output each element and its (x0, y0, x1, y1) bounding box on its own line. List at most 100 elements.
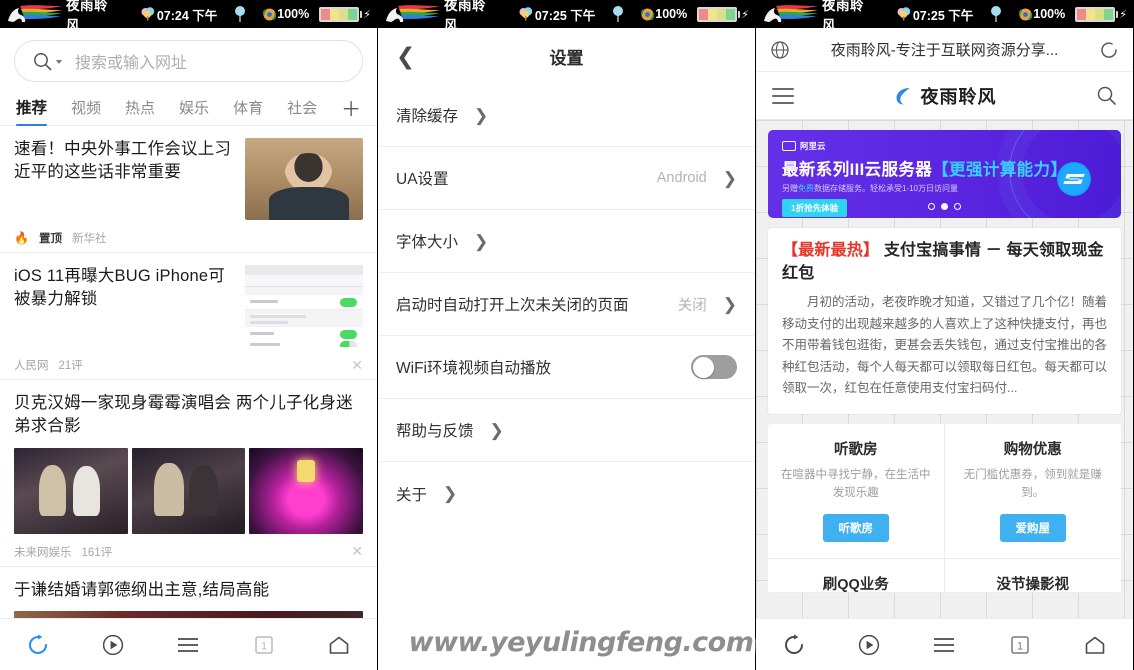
close-icon[interactable]: ✕ (351, 543, 363, 560)
news-source: 未来网娱乐 (14, 546, 72, 559)
cloud-icon (140, 7, 156, 21)
play-circle-icon[interactable] (856, 632, 882, 658)
news-item[interactable]: 贝克汉姆一家现身霉霉演唱会 两个儿子化身迷弟求合影 未来网娱乐 161评 ✕ (0, 380, 377, 567)
tab-entertainment[interactable]: 娱乐 (179, 97, 209, 125)
search-icon (33, 52, 52, 71)
settings-row-about[interactable]: 关于 ❯ (378, 462, 755, 525)
news-item[interactable]: iOS 11再曝大BUG iPhone可被暴力解锁 人民网 21评 ✕ (0, 253, 377, 380)
horse-rainbow-logo-icon (384, 3, 442, 25)
settings-row-restore-tabs[interactable]: 启动时自动打开上次未关闭的页面 关闭 ❯ (378, 273, 755, 336)
chevron-right-icon: ❯ (722, 168, 737, 188)
news-feed: 速看！中央外事工作会议上习近平的这些话非常重要 🔥 置顶 新华社 iOS 11再… (0, 126, 377, 670)
news-title: iOS 11再曝大BUG iPhone可被暴力解锁 (14, 267, 225, 308)
feature-card-shopping[interactable]: 购物优惠 无门槛优惠券，领到就是赚到。 爱购屋 (944, 424, 1121, 559)
aliyun-logo-icon (1057, 162, 1091, 196)
moon-logo-icon (893, 85, 915, 107)
settings-value: 关闭 (677, 297, 707, 314)
play-circle-icon[interactable] (100, 632, 126, 658)
site-name-label: 夜雨聆风 (920, 86, 997, 107)
status-time-group: 07:24 下午 (140, 5, 217, 24)
banner-brand: 阿里云 (782, 140, 1107, 152)
news-source: 新华社 (71, 233, 107, 245)
cloud-icon (896, 7, 912, 21)
cloud-icon (518, 7, 534, 21)
page-title: 设置 (549, 48, 584, 68)
feature-card-button[interactable]: 听歌房 (822, 513, 889, 542)
settings-row-font-size[interactable]: 字体大小 ❯ (378, 210, 755, 273)
feature-card-desc: 在喧器中寻找宁静，在生活中发现乐趣 (781, 468, 931, 499)
status-bar-panel1: 夜雨聆风 07:24 下午 100% ⚡ (0, 0, 377, 28)
banner-brand-label: 阿里云 (800, 141, 826, 151)
article-tag: 【最新最热】 (782, 242, 880, 259)
carousel-dots (768, 203, 1121, 210)
wifi-autoplay-toggle[interactable] (691, 355, 737, 379)
reload-icon[interactable] (1099, 40, 1119, 60)
compass-icon (262, 7, 277, 21)
article-card[interactable]: 【最新最热】 支付宝搞事情 － 每天领取现金红包 月初的活动，老夜昨晚才知道，又… (768, 228, 1121, 414)
tab-video[interactable]: 视频 (71, 97, 101, 125)
feature-card-listen[interactable]: 听歌房 在喧器中寻找宁静，在生活中发现乐趣 听歌房 (768, 423, 945, 559)
search-input[interactable]: 搜索或输入网址 (14, 40, 363, 82)
back-chevron-icon[interactable]: ❮ (396, 44, 415, 68)
menu-icon[interactable] (931, 632, 957, 658)
home-icon[interactable] (326, 632, 352, 658)
news-image-row (14, 447, 364, 534)
settings-label: WiFi环境视频自动播放 (396, 360, 551, 377)
tab-sports[interactable]: 体育 (233, 97, 263, 125)
news-item[interactable]: 速看！中央外事工作会议上习近平的这些话非常重要 🔥 置顶 新华社 (0, 126, 377, 253)
settings-label: 启动时自动打开上次未关闭的页面 (396, 297, 629, 314)
tab-hot[interactable]: 热点 (125, 97, 155, 125)
battery-charging-icon: ⚡ (319, 6, 371, 22)
menu-icon[interactable] (175, 632, 201, 658)
panel1-content: 搜索或输入网址 推荐 视频 热点 娱乐 体育 社会 ＋ 速看！中央外事工作会议上… (0, 28, 377, 670)
tab-society[interactable]: 社会 (287, 97, 317, 125)
compass-icon (640, 7, 655, 21)
carousel-dot[interactable] (954, 203, 961, 210)
settings-row-ua[interactable]: UA设置 Android ❯ (378, 147, 755, 210)
news-meta: 🔥 置顶 新华社 (14, 230, 363, 246)
tab-count-icon[interactable]: 1 (251, 632, 277, 658)
refresh-icon[interactable] (781, 632, 807, 658)
feature-card-video[interactable]: 没节操影视 (944, 559, 1121, 593)
svg-text:1: 1 (261, 640, 267, 652)
horse-rainbow-logo-icon (762, 3, 820, 25)
status-time-label: 07:24 下午 (156, 8, 218, 23)
settings-row-clear-cache[interactable]: 清除缓存 ❯ (378, 84, 755, 147)
site-logo-group: 夜雨聆风 (756, 83, 1133, 109)
compass-icon (1018, 7, 1033, 21)
settings-value: Android (656, 170, 707, 186)
bottom-nav-panel1: 1 (0, 618, 377, 670)
hamburger-icon[interactable] (772, 87, 794, 104)
settings-row-wifi-autoplay[interactable]: WiFi环境视频自动播放 (378, 336, 755, 399)
battery-percent-label: 100% (1033, 7, 1066, 21)
tab-count-icon[interactable]: 1 (1007, 632, 1033, 658)
close-icon[interactable]: ✕ (351, 357, 363, 374)
refresh-icon[interactable] (25, 632, 51, 658)
news-comments: 21评 (58, 360, 83, 372)
search-placeholder: 搜索或输入网址 (75, 55, 188, 72)
panel-browser-home: 夜雨聆风 07:24 下午 100% ⚡ 搜索或输入网址 推荐 视频 热点 娱乐… (0, 0, 378, 670)
carousel-dot[interactable] (928, 203, 935, 210)
search-icon[interactable] (1096, 85, 1117, 106)
tab-recommend[interactable]: 推荐 (16, 96, 48, 126)
news-meta: 人民网 21评 ✕ (14, 357, 363, 373)
chevron-right-icon: ❯ (443, 484, 458, 503)
settings-row-help-feedback[interactable]: 帮助与反馈 ❯ (378, 399, 755, 462)
banner-sub-free: 免费 (798, 184, 814, 193)
battery-percent-label: 100% (277, 7, 310, 21)
url-bar[interactable]: 夜雨聆风-专注于互联网资源分享... (756, 28, 1133, 72)
home-icon[interactable] (1082, 632, 1108, 658)
feature-card-qq[interactable]: 刷QQ业务 (768, 558, 945, 593)
ad-banner[interactable]: 阿里云 最新系列III云服务器【更强计算能力】 另赠免费数据存储服务。轻松承受1… (768, 130, 1121, 218)
status-battery-group: 100% ⚡ (262, 6, 371, 22)
feature-card-button[interactable]: 爱购屋 (999, 513, 1066, 542)
add-tab-icon[interactable]: ＋ (341, 100, 361, 125)
horse-rainbow-logo-icon (6, 3, 64, 25)
carousel-dot-active[interactable] (941, 203, 948, 210)
globe-icon (770, 40, 790, 60)
chevron-down-icon[interactable] (56, 60, 62, 64)
status-time-label: 07:25 下午 (912, 8, 974, 23)
news-thumbnail (14, 447, 128, 534)
status-battery-group: 100% ⚡ (640, 6, 749, 22)
chevron-right-icon: ❯ (474, 105, 489, 125)
